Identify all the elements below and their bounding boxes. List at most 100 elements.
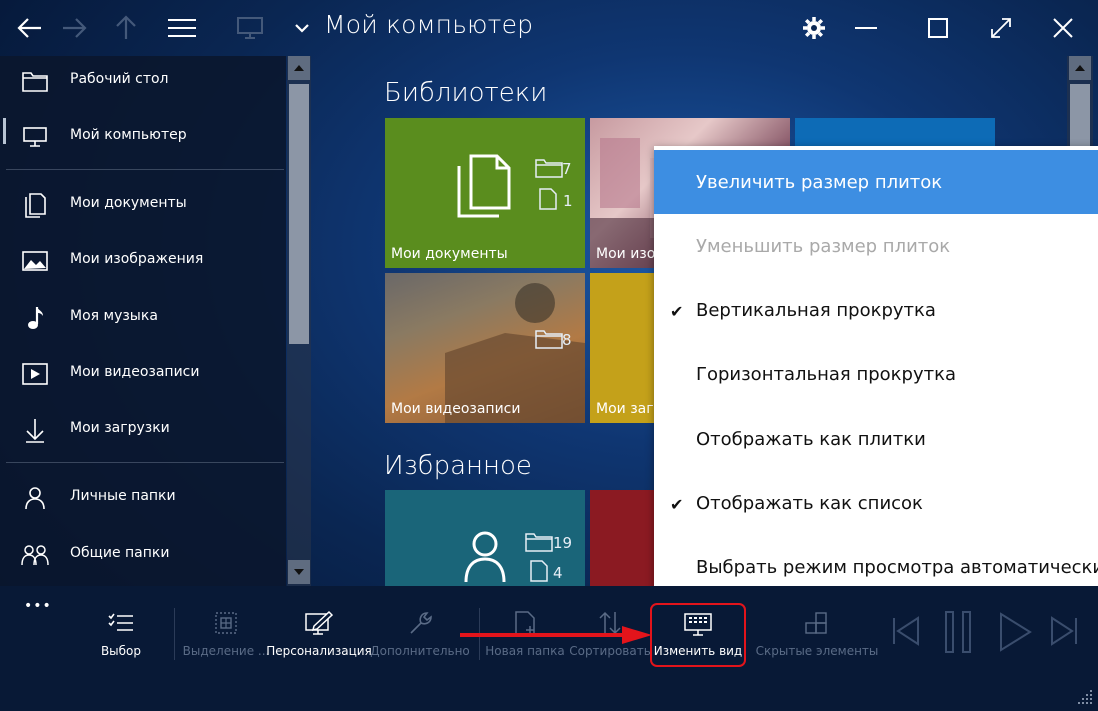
- button-label: Сортировать: [569, 644, 651, 658]
- play-button[interactable]: [998, 612, 1032, 656]
- sidebar-item-downloads[interactable]: Мои загрузки: [0, 405, 286, 455]
- scroll-down-button[interactable]: [288, 560, 310, 584]
- back-button[interactable]: [10, 8, 50, 48]
- menu-item-label: Увеличить размер плиток: [696, 172, 943, 193]
- tile-personal[interactable]: 19 4: [385, 490, 585, 586]
- person-icon: [464, 531, 506, 582]
- checklist-icon: [108, 613, 133, 631]
- skip-previous-icon: [893, 616, 919, 646]
- menu-button[interactable]: [162, 8, 202, 48]
- sidebar-item-label: Рабочий стол: [70, 71, 169, 87]
- scroll-thumb[interactable]: [1070, 84, 1090, 146]
- sidebar-scrollbar[interactable]: [287, 56, 311, 586]
- maximize-button[interactable]: [918, 8, 958, 48]
- sidebar-divider: [6, 169, 284, 170]
- menu-item-vertical-scroll[interactable]: ✔ Вертикальная прокрутка: [654, 278, 1098, 342]
- personalize-button[interactable]: Персонализация: [266, 606, 372, 668]
- documents-icon: [21, 192, 49, 218]
- menu-item-decrease-tile-size[interactable]: Уменьшить размер плиток: [654, 214, 1098, 278]
- menu-item-label: Уменьшить размер плиток: [696, 236, 951, 257]
- folder-count: 19: [553, 534, 573, 552]
- toolbar-separator: [174, 608, 175, 660]
- minimize-button[interactable]: [846, 8, 886, 48]
- select-all-button[interactable]: Выделение ...: [183, 606, 269, 668]
- expand-diagonal-icon: [991, 18, 1011, 38]
- sidebar-item-label: Мои документы: [70, 195, 187, 211]
- tile-documents[interactable]: 7 1 Мои документы: [385, 118, 585, 268]
- skip-next-button[interactable]: [1050, 616, 1078, 650]
- sidebar-divider: [6, 462, 284, 463]
- location-dropdown[interactable]: [284, 8, 320, 48]
- sidebar-item-videos[interactable]: Мои видеозаписи: [0, 349, 286, 399]
- folder-icon: [525, 533, 553, 552]
- sidebar-item-label: Общие папки: [70, 545, 170, 561]
- sidebar: Рабочий стол Мой компьютер Мои документы…: [0, 56, 286, 586]
- settings-button[interactable]: [794, 8, 834, 48]
- monitor-icon: [237, 17, 263, 39]
- sidebar-item-music[interactable]: Моя музыка: [0, 293, 286, 343]
- pause-button[interactable]: [943, 610, 973, 658]
- fullscreen-button[interactable]: [981, 8, 1021, 48]
- tile-shared[interactable]: [590, 490, 654, 586]
- content-scrollbar[interactable]: [1067, 56, 1093, 146]
- file-icon: [539, 188, 557, 210]
- forward-button[interactable]: [54, 8, 94, 48]
- skip-previous-button[interactable]: [892, 616, 920, 650]
- libraries-heading: Библиотеки: [384, 78, 548, 108]
- video-play-icon: [21, 361, 49, 387]
- sidebar-item-images[interactable]: Мои изображения: [0, 236, 286, 286]
- check-icon: ✔: [670, 495, 684, 514]
- menu-item-label: Отображать как плитки: [696, 429, 926, 450]
- button-label: Персонализация: [266, 644, 372, 658]
- scroll-up-button[interactable]: [288, 56, 310, 80]
- resize-grip-icon: [1078, 690, 1092, 704]
- view-monitor-icon: [684, 613, 712, 636]
- button-label: Новая папка: [485, 644, 565, 658]
- file-count: 4: [553, 564, 563, 582]
- sidebar-item-documents[interactable]: Мои документы: [0, 180, 286, 230]
- hamburger-icon: [168, 19, 196, 37]
- tile-label: Мои изо: [596, 246, 656, 262]
- window-title: Мой компьютер: [324, 10, 534, 39]
- title-bar: Мой компьютер: [0, 0, 1098, 56]
- menu-item-show-as-list[interactable]: ✔ Отображать как список: [654, 471, 1098, 535]
- change-view-button[interactable]: Изменить вид: [650, 603, 746, 667]
- button-label: Выбор: [100, 644, 142, 658]
- menu-item-show-as-tiles[interactable]: Отображать как плитки: [654, 407, 1098, 471]
- button-label: Дополнительно: [370, 644, 470, 658]
- play-icon: [1000, 612, 1032, 652]
- scroll-thumb[interactable]: [289, 84, 309, 344]
- documents-icon: [457, 154, 511, 218]
- more-options-button[interactable]: •••: [24, 598, 52, 614]
- resize-grip[interactable]: [1076, 688, 1094, 710]
- menu-item-label: Выбрать режим просмотра автоматически: [696, 557, 1098, 578]
- hidden-items-button[interactable]: Скрытые элементы: [756, 606, 878, 668]
- close-button[interactable]: [1043, 8, 1083, 48]
- up-button[interactable]: [106, 8, 146, 48]
- image-icon: [21, 248, 49, 274]
- menu-item-label: Вертикальная прокрутка: [696, 300, 936, 321]
- menu-item-increase-tile-size[interactable]: Увеличить размер плиток: [654, 150, 1098, 214]
- select-button[interactable]: Выбор: [96, 606, 146, 668]
- wrench-icon: [410, 612, 432, 634]
- advanced-button[interactable]: Дополнительно: [370, 606, 470, 668]
- arrow-left-icon: [17, 18, 41, 38]
- chevron-down-icon: [295, 24, 309, 33]
- music-note-icon: [21, 305, 49, 331]
- scroll-up-button[interactable]: [1069, 56, 1091, 80]
- menu-item-label: Горизонтальная прокрутка: [696, 364, 956, 385]
- maximize-icon: [928, 18, 948, 38]
- tile-videos[interactable]: 8 Мои видеозаписи: [385, 273, 585, 423]
- people-icon: [21, 542, 49, 568]
- sidebar-item-my-computer[interactable]: Мой компьютер: [0, 112, 286, 162]
- sidebar-item-desktop[interactable]: Рабочий стол: [0, 56, 286, 106]
- tile-library-third[interactable]: [795, 118, 995, 148]
- sidebar-item-shared-folders[interactable]: Общие папки: [0, 530, 286, 580]
- computer-button[interactable]: [230, 8, 270, 48]
- folder-count: 8: [562, 331, 572, 349]
- menu-item-horizontal-scroll[interactable]: Горизонтальная прокрутка: [654, 342, 1098, 406]
- hidden-items-icon: [805, 612, 827, 634]
- tile-label: Мои видеозаписи: [391, 401, 521, 417]
- sidebar-item-personal-folders[interactable]: Личные папки: [0, 473, 286, 523]
- triangle-up-icon: [1075, 65, 1085, 71]
